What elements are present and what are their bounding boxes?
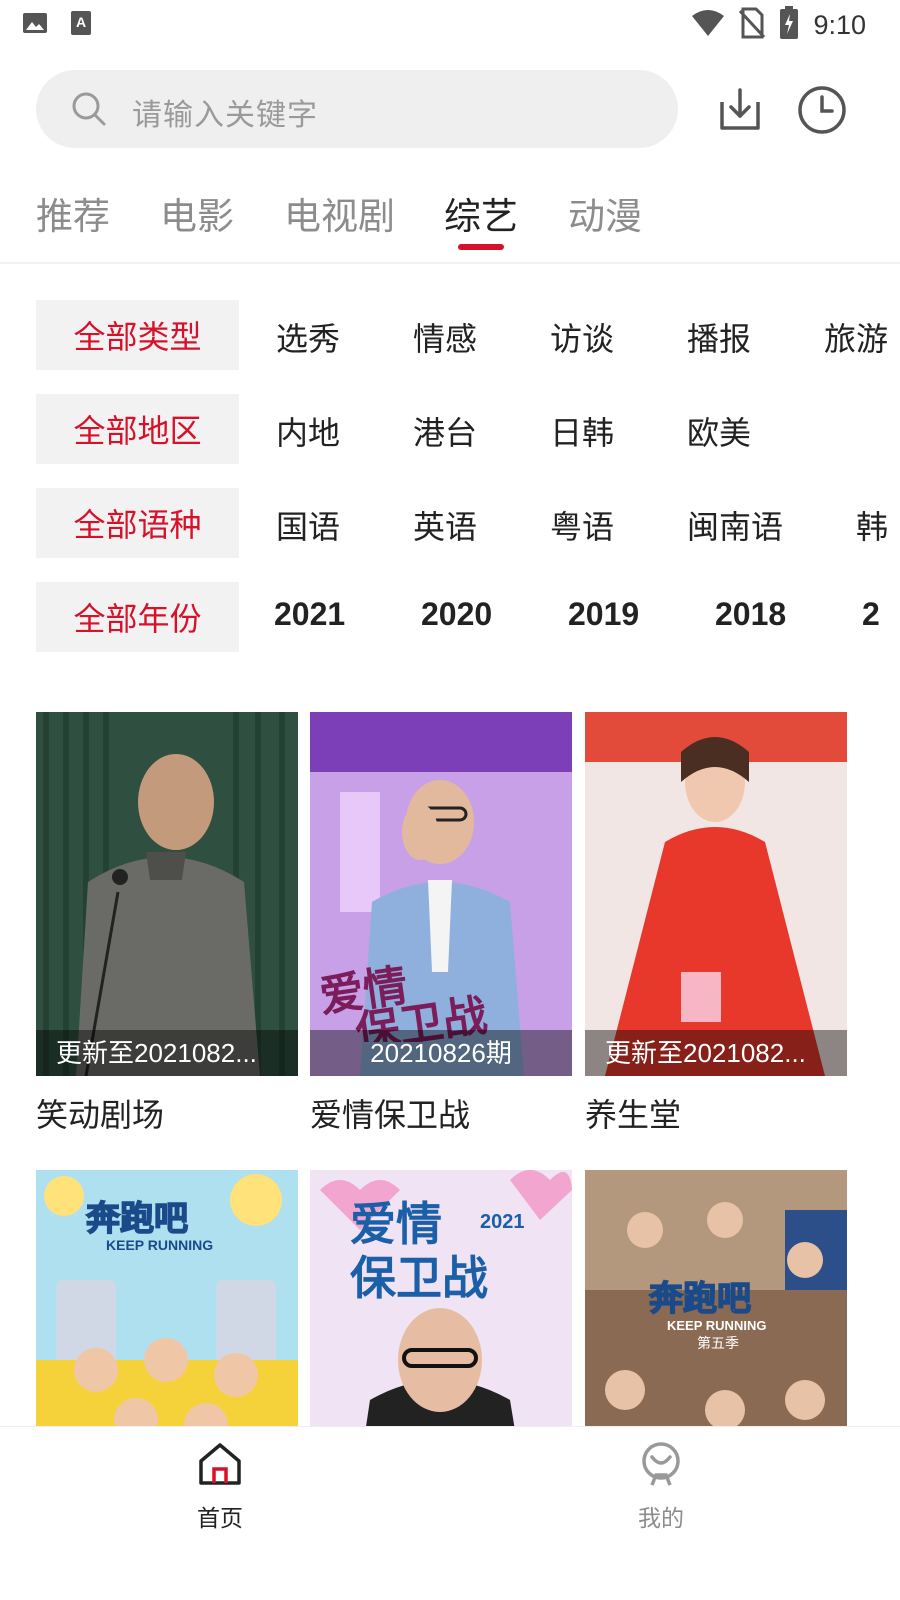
tab-variety[interactable]: 综艺: [444, 186, 518, 240]
history-clock-icon: [796, 86, 848, 140]
active-tab-indicator: [458, 244, 504, 250]
nav-profile[interactable]: 我的: [601, 1441, 721, 1533]
svg-text:奔跑吧: 奔跑吧: [86, 1199, 188, 1239]
media-card[interactable]: 更新至2021082... 笑动剧场: [36, 712, 298, 1136]
svg-text:爱情: 爱情: [350, 1197, 442, 1251]
filter-option[interactable]: 内地: [276, 408, 340, 454]
tab-recommend[interactable]: 推荐: [36, 186, 110, 240]
episode-caption: 20210826期: [310, 1030, 572, 1076]
profile-icon: [638, 1442, 684, 1491]
filter-option[interactable]: 韩: [856, 502, 888, 548]
filter-option[interactable]: 英语: [413, 502, 477, 548]
card-title: 爱情保卫战: [310, 1096, 471, 1134]
filter-option[interactable]: 选秀: [276, 314, 340, 360]
filter-option[interactable]: 访谈: [550, 314, 614, 360]
filter-option[interactable]: 播报: [687, 314, 751, 360]
filter-option[interactable]: 2021: [274, 596, 345, 633]
filter-row-language: 全部语种 国语 英语 粤语 闽南语 韩: [36, 488, 900, 558]
filter-option[interactable]: 情感: [413, 314, 477, 360]
card-title: 养生堂: [585, 1096, 682, 1134]
search-input[interactable]: 请输入关键字: [36, 70, 678, 148]
media-card[interactable]: 爱情 保卫战 20210826期 爱情保卫战: [310, 712, 572, 1136]
category-tabs: 推荐 电影 电视剧 综艺 动漫: [0, 176, 900, 264]
filter-option[interactable]: 2018: [715, 596, 786, 633]
poster-image: 更新至2021082...: [585, 712, 847, 1076]
poster-image: 更新至2021082...: [36, 712, 298, 1076]
filter-all-type[interactable]: 全部类型: [36, 300, 239, 370]
filter-option[interactable]: 2: [862, 596, 880, 633]
bottom-navigation: 首页 我的: [0, 1426, 900, 1600]
search-row: 请输入关键字: [36, 70, 866, 148]
filter-option[interactable]: 日韩: [550, 408, 614, 454]
filter-option[interactable]: 2020: [421, 596, 492, 633]
svg-text:KEEP RUNNING: KEEP RUNNING: [667, 1318, 766, 1333]
filter-all-region[interactable]: 全部地区: [36, 394, 239, 464]
svg-text:A: A: [76, 14, 86, 30]
wifi-icon: [691, 8, 725, 42]
search-icon: [70, 90, 108, 132]
no-sim-icon: [739, 7, 766, 43]
tab-tv-series[interactable]: 电视剧: [284, 186, 395, 240]
battery-charging-icon: [779, 6, 799, 44]
filter-option[interactable]: 粤语: [550, 502, 614, 548]
tab-movie[interactable]: 电影: [160, 186, 234, 240]
keyboard-a-icon: A: [70, 10, 92, 40]
svg-text:KEEP RUNNING: KEEP RUNNING: [106, 1237, 213, 1253]
nav-label: 首页: [197, 1506, 243, 1532]
card-title: 笑动剧场: [36, 1096, 165, 1134]
poster-image: 爱情 保卫战 20210826期: [310, 712, 572, 1076]
filter-row-year: 全部年份 2021 2020 2019 2018 2: [36, 582, 900, 652]
home-icon: [197, 1443, 243, 1491]
filter-option[interactable]: 港台: [413, 408, 477, 454]
status-bar: A 9:10: [0, 0, 900, 52]
download-icon: [714, 88, 766, 140]
download-button[interactable]: [714, 84, 766, 136]
filter-all-language[interactable]: 全部语种: [36, 488, 239, 558]
filter-option[interactable]: 国语: [276, 502, 340, 548]
episode-caption: 更新至2021082...: [36, 1030, 298, 1076]
svg-text:奔跑吧: 奔跑吧: [649, 1279, 751, 1319]
nav-home[interactable]: 首页: [160, 1441, 280, 1533]
svg-text:第五季: 第五季: [697, 1335, 739, 1352]
filter-row-type: 全部类型 选秀 情感 访谈 播报 旅游: [36, 300, 900, 370]
nav-label: 我的: [638, 1506, 684, 1532]
history-button[interactable]: [796, 84, 848, 136]
filter-all-year[interactable]: 全部年份: [36, 582, 239, 652]
filter-option[interactable]: 欧美: [687, 408, 751, 454]
filter-option[interactable]: 闽南语: [687, 502, 783, 548]
search-placeholder: 请输入关键字: [132, 98, 318, 133]
status-time: 9:10: [813, 9, 866, 40]
gallery-icon: [22, 10, 48, 40]
episode-caption: 更新至2021082...: [585, 1030, 847, 1076]
media-card[interactable]: 更新至2021082... 养生堂: [585, 712, 847, 1136]
svg-text:保卫战: 保卫战: [350, 1251, 488, 1305]
filter-option[interactable]: 2019: [568, 596, 639, 633]
filter-row-region: 全部地区 内地 港台 日韩 欧美: [36, 394, 900, 464]
filter-option[interactable]: 旅游: [824, 314, 888, 360]
svg-text:2021: 2021: [480, 1211, 525, 1233]
tab-anime[interactable]: 动漫: [568, 186, 642, 240]
